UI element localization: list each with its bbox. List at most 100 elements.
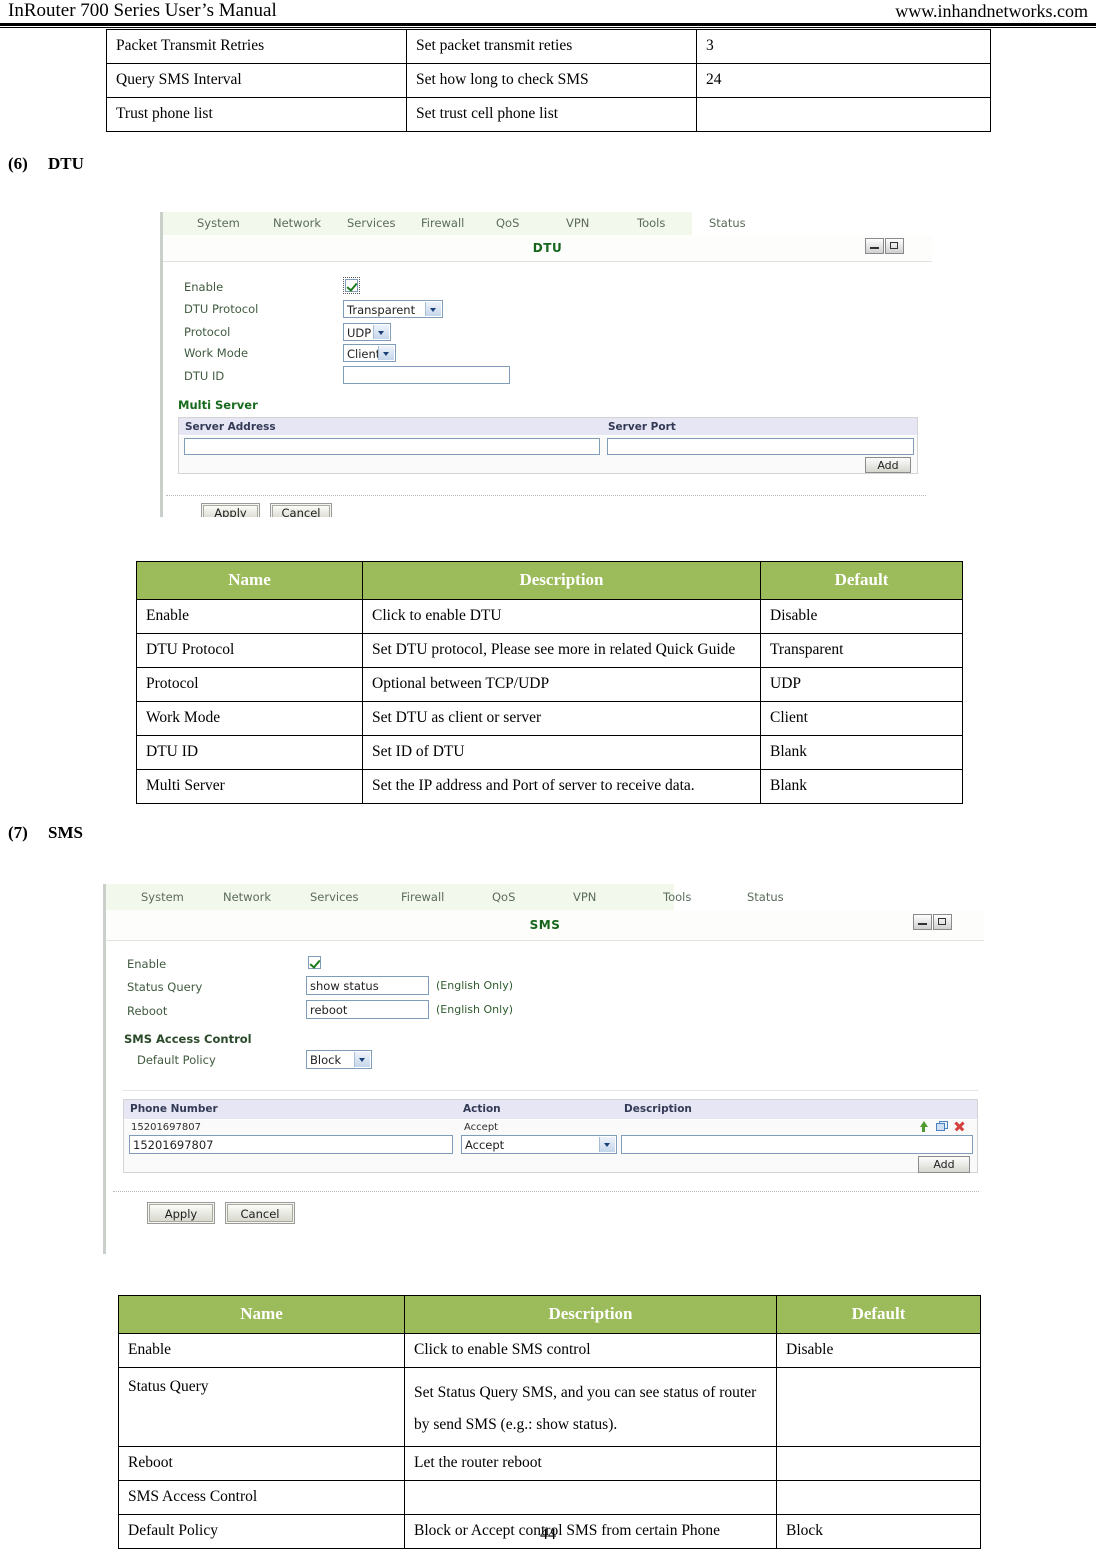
cell-description: Set packet transmit reties xyxy=(406,29,697,64)
dtu-protocol-select[interactable]: Transparent xyxy=(343,300,443,318)
table-row: Reboot Let the router reboot xyxy=(118,1446,981,1482)
nav-item-firewall[interactable]: Firewall xyxy=(401,890,444,904)
phone-number-input[interactable]: 15201697807 xyxy=(129,1135,453,1154)
action-select-value: Accept xyxy=(465,1138,505,1152)
nav-item-network[interactable]: Network xyxy=(223,890,271,904)
chevron-down-icon xyxy=(373,325,389,339)
col-phone-number: Phone Number xyxy=(130,1103,218,1115)
delete-icon[interactable] xyxy=(954,1121,965,1132)
enable-checkbox[interactable] xyxy=(343,277,360,294)
server-port-input[interactable] xyxy=(607,438,914,455)
cell-description: Set trust cell phone list xyxy=(406,97,697,132)
apply-button[interactable]: Apply xyxy=(147,1202,215,1224)
nav-item-qos[interactable]: QoS xyxy=(496,216,519,230)
nav-item-tools[interactable]: Tools xyxy=(663,890,691,904)
add-phone-button[interactable]: Add xyxy=(918,1156,970,1173)
cell-description: Click to enable DTU xyxy=(362,598,761,634)
add-server-button[interactable]: Add xyxy=(865,457,911,473)
default-policy-value: Block xyxy=(310,1053,342,1067)
cancel-button[interactable]: Cancel xyxy=(225,1202,295,1224)
cell-description: Set DTU protocol, Please see more in rel… xyxy=(362,632,761,668)
phone-number-grid: Phone Number Action Description 15201697… xyxy=(123,1099,978,1173)
nav-item-status[interactable]: Status xyxy=(709,216,746,230)
work-mode-select[interactable]: Client xyxy=(343,344,396,362)
cell-name: Work Mode xyxy=(136,700,363,736)
row-action-icons[interactable] xyxy=(918,1121,965,1132)
dtu-parameter-table: Name Description Default Enable Click to… xyxy=(136,561,963,804)
chevron-down-icon xyxy=(378,346,394,360)
nav-item-vpn[interactable]: VPN xyxy=(573,890,596,904)
cell-name: Protocol xyxy=(136,666,363,702)
dtu-id-input[interactable] xyxy=(343,366,510,384)
apply-button-label: Apply xyxy=(149,1204,213,1222)
cell-default: 3 xyxy=(696,29,991,64)
col-header-description: Description xyxy=(404,1295,777,1334)
cell-description: Set how long to check SMS xyxy=(406,63,697,98)
copy-icon[interactable] xyxy=(936,1121,948,1132)
col-description: Description xyxy=(624,1103,692,1115)
cell-default xyxy=(776,1480,981,1516)
cell-default: UDP xyxy=(760,666,963,702)
nav-item-system[interactable]: System xyxy=(141,890,184,904)
apply-button-label: Apply xyxy=(203,505,258,517)
table-row: DTU Protocol Set DTU protocol, Please se… xyxy=(136,632,963,668)
label-protocol: Protocol xyxy=(184,325,231,339)
cell-description: Click to enable SMS control xyxy=(404,1332,777,1368)
default-policy-select[interactable]: Block xyxy=(306,1050,372,1069)
minimize-icon[interactable] xyxy=(865,238,884,254)
protocol-value: UDP xyxy=(347,326,372,340)
dtu-panel-title: DTU xyxy=(532,241,563,255)
nav-item-qos[interactable]: QoS xyxy=(492,890,515,904)
cell-name: Enable xyxy=(136,598,363,634)
action-select[interactable]: Accept xyxy=(461,1135,617,1154)
router-nav-bar: System Network Services Firewall QoS VPN… xyxy=(163,212,746,236)
enable-checkbox[interactable] xyxy=(308,956,321,969)
label-enable: Enable xyxy=(127,957,167,971)
apply-button[interactable]: Apply xyxy=(201,503,260,517)
cell-description: Set ID of DTU xyxy=(362,734,761,770)
col-header-default: Default xyxy=(776,1295,981,1334)
nav-item-services[interactable]: Services xyxy=(347,216,396,230)
cancel-button[interactable]: Cancel xyxy=(270,503,332,517)
nav-item-vpn[interactable]: VPN xyxy=(566,216,589,230)
table-row: Multi Server Set the IP address and Port… xyxy=(136,768,963,804)
cell-description xyxy=(404,1480,777,1516)
minimize-icon[interactable] xyxy=(913,914,932,930)
form-footer-separator xyxy=(166,495,926,496)
table-row: Work Mode Set DTU as client or server Cl… xyxy=(136,700,963,736)
cell-default: Disable xyxy=(760,598,963,634)
cell-description: Set DTU as client or server xyxy=(362,700,761,736)
section-number: (7) xyxy=(8,823,28,842)
section-number: (6) xyxy=(8,154,28,173)
reboot-input[interactable]: reboot xyxy=(306,1000,429,1019)
status-query-input[interactable]: show status xyxy=(306,976,429,995)
maximize-icon[interactable] xyxy=(933,914,952,930)
protocol-select[interactable]: UDP xyxy=(343,323,391,341)
nav-item-system[interactable]: System xyxy=(197,216,240,230)
chevron-down-icon xyxy=(354,1052,370,1067)
cell-name: DTU Protocol xyxy=(136,632,363,668)
server-address-input[interactable] xyxy=(184,438,600,455)
window-controls[interactable] xyxy=(913,914,952,930)
move-up-icon[interactable] xyxy=(918,1121,929,1132)
table-header-row: Name Description Default xyxy=(136,561,963,600)
nav-item-services[interactable]: Services xyxy=(310,890,359,904)
nav-item-network[interactable]: Network xyxy=(273,216,321,230)
label-default-policy: Default Policy xyxy=(137,1053,216,1067)
window-controls[interactable] xyxy=(865,238,904,254)
maximize-icon[interactable] xyxy=(885,238,904,254)
table-row: SMS Access Control xyxy=(118,1480,981,1516)
col-header-name: Name xyxy=(136,561,363,600)
table-row: Enable Click to enable DTU Disable xyxy=(136,598,963,634)
phone-grid-header: Phone Number Action Description xyxy=(124,1100,977,1120)
nav-item-tools[interactable]: Tools xyxy=(637,216,665,230)
cell-default: Blank xyxy=(760,768,963,804)
description-input[interactable] xyxy=(621,1135,973,1154)
row-action-value: Accept xyxy=(464,1122,499,1133)
sms-router-screenshot: System Network Services Firewall QoS VPN… xyxy=(103,884,984,1254)
nav-item-firewall[interactable]: Firewall xyxy=(421,216,464,230)
nav-item-status[interactable]: Status xyxy=(747,890,784,904)
label-enable: Enable xyxy=(184,280,224,294)
multi-server-grid: Server Address Server Port Add xyxy=(178,417,918,474)
sms-access-control-heading: SMS Access Control xyxy=(124,1032,252,1046)
